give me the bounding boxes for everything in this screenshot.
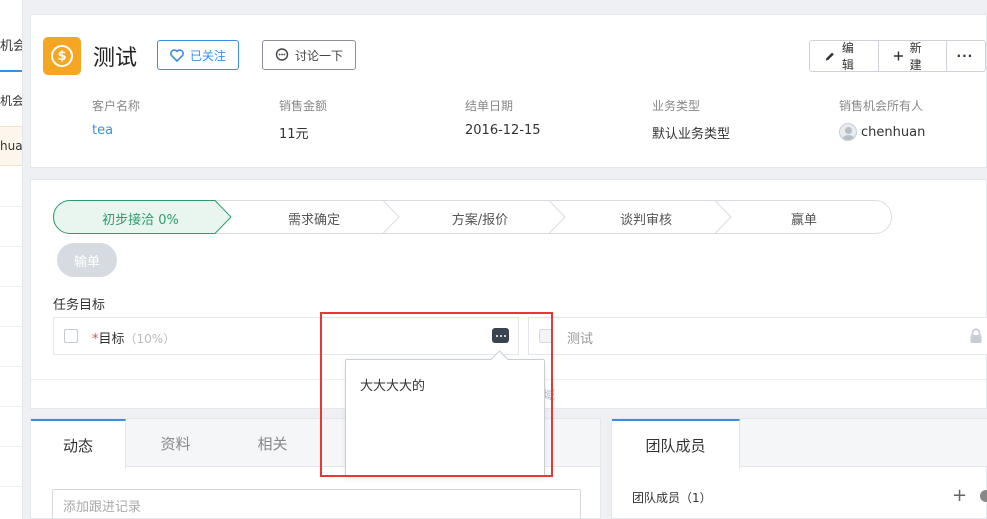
- stage-item[interactable]: 谈判审核: [563, 209, 729, 228]
- lock-icon: [970, 328, 982, 343]
- field-customer: 客户名称 tea: [92, 97, 140, 138]
- sidebar-selected-row[interactable]: hua: [0, 126, 23, 166]
- sidebar-tab-indicator: [0, 70, 22, 72]
- new-button-label: 新建: [909, 41, 922, 72]
- left-sidebar: 机会 机会 hua: [0, 0, 23, 519]
- field-amount: 销售金额 11元: [279, 97, 327, 142]
- chat-icon[interactable]: [980, 490, 987, 502]
- heart-icon: [170, 48, 184, 62]
- task-label: *目标（10%）: [92, 328, 175, 347]
- field-label: 客户名称: [92, 99, 141, 113]
- header-action-group: 编辑 新建 ···: [809, 40, 986, 72]
- page-title: 测试: [93, 46, 138, 71]
- tab-activity[interactable]: 动态: [31, 419, 126, 469]
- task-checkbox[interactable]: [539, 329, 553, 343]
- field-value: 2016-12-15: [465, 123, 541, 138]
- followup-input[interactable]: 添加跟进记录: [52, 489, 581, 519]
- sidebar-row-divider: [0, 446, 22, 447]
- field-label: 业务类型: [652, 99, 701, 113]
- edit-button[interactable]: 编辑: [810, 41, 879, 71]
- add-member-icon[interactable]: +: [952, 487, 967, 505]
- new-button[interactable]: 新建: [879, 41, 947, 71]
- sidebar-row-divider: [0, 406, 22, 407]
- field-label: 销售金额: [279, 99, 328, 113]
- plus-icon: [893, 51, 903, 61]
- sidebar-row-divider: [0, 326, 22, 327]
- sidebar-row-divider: [0, 286, 22, 287]
- field-value: 11元: [279, 127, 309, 142]
- field-value: 默认业务类型: [652, 127, 731, 142]
- customer-link[interactable]: tea: [92, 123, 140, 138]
- team-tabbar: 团队成员: [612, 419, 987, 469]
- tab-details[interactable]: 资料: [128, 419, 223, 468]
- task-item: *目标（10%）: [53, 317, 519, 355]
- stage-item[interactable]: 赢单: [729, 209, 879, 228]
- follow-button-label: 已关注: [190, 48, 227, 63]
- field-business-type: 业务类型 默认业务类型: [652, 97, 730, 142]
- owner-name: chenhuan: [861, 124, 926, 140]
- field-label: 销售机会所有人: [839, 99, 924, 113]
- owner-value[interactable]: chenhuan: [839, 123, 925, 141]
- discuss-button-label: 讨论一下: [295, 48, 344, 63]
- task-name: 目标: [98, 332, 125, 347]
- field-owner: 销售机会所有人 chenhuan: [839, 97, 925, 141]
- stage-item[interactable]: 需求确定: [231, 209, 397, 228]
- avatar: [839, 123, 857, 141]
- opportunity-header: $ 测试 已关注 讨论一下 编辑 新建 ··· 客户名称 tea 销售金额 11…: [30, 14, 987, 168]
- task-item: 测试: [528, 317, 987, 355]
- field-label: 结单日期: [465, 99, 514, 113]
- team-panel: 团队成员 团队成员（1） +: [611, 418, 987, 519]
- sidebar-row-divider: [0, 366, 22, 367]
- tab-team-members[interactable]: 团队成员: [612, 419, 740, 469]
- lose-button[interactable]: 输单: [57, 243, 117, 277]
- money-icon: $: [43, 37, 81, 75]
- sidebar-column-header: 机会: [0, 94, 23, 108]
- more-icon[interactable]: [492, 328, 509, 343]
- task-section-title: 任务目标: [53, 298, 106, 313]
- stage-item[interactable]: 初步接洽 0%: [53, 209, 228, 228]
- tab-related[interactable]: 相关: [225, 419, 320, 468]
- task-checkbox[interactable]: [64, 329, 78, 343]
- field-close-date: 结单日期 2016-12-15: [465, 97, 541, 138]
- stage-item[interactable]: 方案/报价: [397, 209, 563, 228]
- task-name: 测试: [567, 332, 594, 347]
- sidebar-selected-row-text: hua: [0, 139, 23, 153]
- sidebar-row-divider: [0, 486, 22, 487]
- popover-text: 大大大大的: [360, 379, 426, 394]
- task-percent: （10%）: [124, 332, 176, 346]
- discuss-button[interactable]: 讨论一下: [262, 40, 357, 70]
- more-actions-button[interactable]: ···: [947, 41, 985, 71]
- team-member-count: 团队成员（1）: [632, 491, 712, 505]
- chat-bubble-icon: [275, 48, 289, 61]
- stage-progress: 初步接洽 0% 需求确定 方案/报价 谈判审核 赢单: [53, 200, 898, 234]
- edit-button-label: 编辑: [841, 41, 854, 72]
- task-popover: 大大大大的: [345, 359, 545, 477]
- sidebar-row-divider: [0, 206, 22, 207]
- sidebar-tab-fragment[interactable]: 机会: [0, 35, 22, 54]
- follow-button[interactable]: 已关注: [157, 40, 240, 70]
- pencil-icon: [825, 52, 834, 61]
- sidebar-row-divider: [0, 246, 22, 247]
